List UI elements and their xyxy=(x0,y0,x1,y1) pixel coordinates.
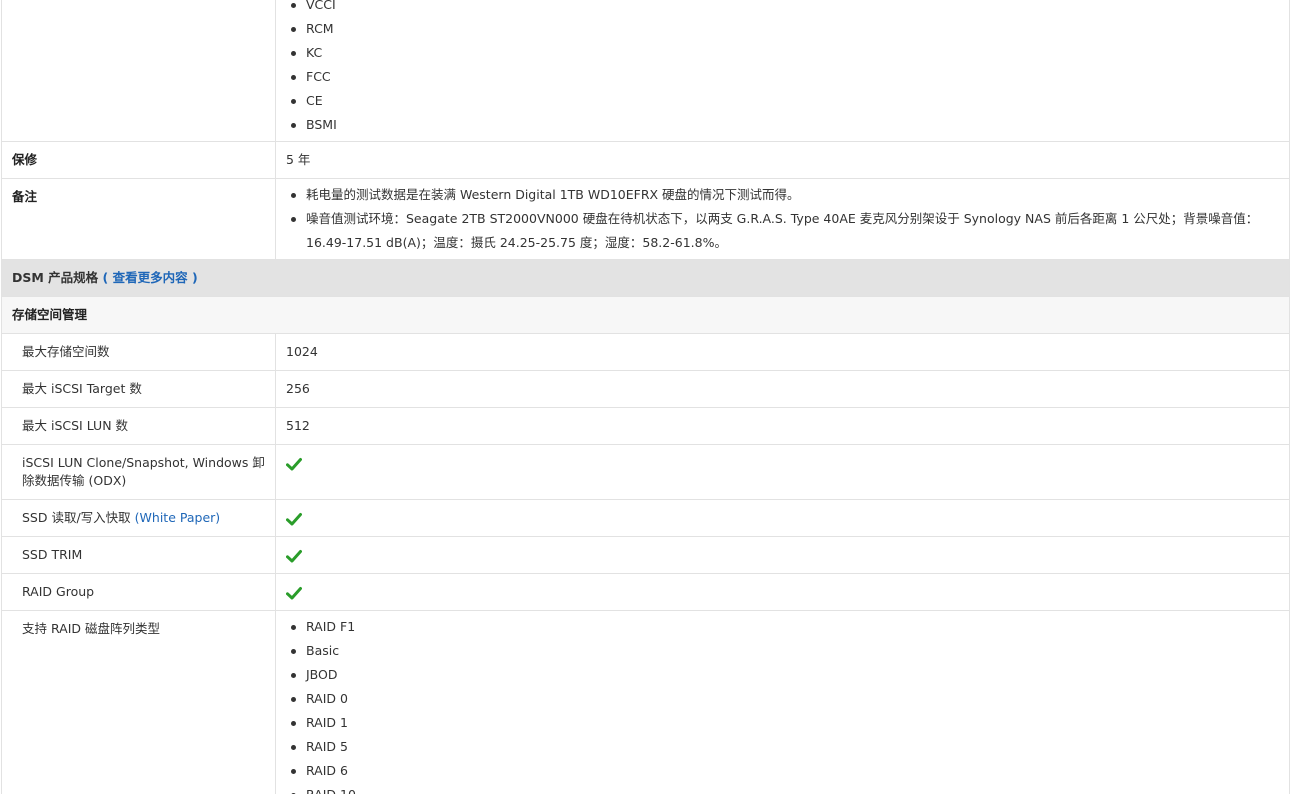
raid-types-row: 支持 RAID 磁盘阵列类型 RAID F1 Basic JBOD RAID 0… xyxy=(1,610,1290,794)
ssd-cache-value xyxy=(275,499,1290,537)
ssd-cache-row: SSD 读取/写入快取 (White Paper) xyxy=(1,499,1290,537)
spec-value: 512 xyxy=(275,407,1290,445)
notes-label: 备注 xyxy=(1,178,276,260)
list-item: 噪音值测试环境：Seagate 2TB ST2000VN000 硬盘在待机状态下… xyxy=(291,207,1279,255)
list-item: BSMI xyxy=(291,113,1279,137)
list-item: FCC xyxy=(291,65,1279,89)
spec-value: 1024 xyxy=(275,333,1290,371)
spec-value: 256 xyxy=(275,370,1290,408)
odx-row: iSCSI LUN Clone/Snapshot, Windows 卸除数据传输… xyxy=(1,444,1290,500)
raid-types-label: 支持 RAID 磁盘阵列类型 xyxy=(1,610,276,794)
warranty-value: 5 年 xyxy=(275,141,1290,179)
raid-group-row: RAID Group xyxy=(1,573,1290,611)
spec-label: 最大存储空间数 xyxy=(1,333,276,371)
check-icon xyxy=(286,512,302,525)
list-item: 耗电量的测试数据是在装满 Western Digital 1TB WD10EFR… xyxy=(291,183,1279,207)
raid-group-value xyxy=(275,573,1290,611)
list-item: CE xyxy=(291,89,1279,113)
list-item: RAID 6 xyxy=(291,759,1279,783)
raid-types-list: RAID F1 Basic JBOD RAID 0 RAID 1 RAID 5 … xyxy=(286,615,1279,794)
spec-page: VCCI RCM KC FCC CE BSMI 保修 5 年 备注 耗电量的测试… xyxy=(0,0,1291,794)
list-item: Basic xyxy=(291,639,1279,663)
ssd-trim-label: SSD TRIM xyxy=(1,536,276,574)
storage-section-title: 存储空间管理 xyxy=(1,296,1290,334)
list-item: RAID 10 xyxy=(291,783,1279,794)
list-item: RAID 5 xyxy=(291,735,1279,759)
notes-value-cell: 耗电量的测试数据是在装满 Western Digital 1TB WD10EFR… xyxy=(275,178,1290,260)
white-paper-link[interactable]: (White Paper) xyxy=(135,510,220,525)
certification-row: VCCI RCM KC FCC CE BSMI xyxy=(1,0,1290,142)
ssd-cache-label: SSD 读取/写入快取 xyxy=(22,510,131,525)
ssd-trim-value xyxy=(275,536,1290,574)
check-icon xyxy=(286,549,302,562)
spec-row: 最大 iSCSI Target 数 256 xyxy=(1,370,1290,408)
more-info-link[interactable]: ( 查看更多内容 ) xyxy=(103,270,198,285)
check-icon xyxy=(286,457,302,470)
raid-types-value-cell: RAID F1 Basic JBOD RAID 0 RAID 1 RAID 5 … xyxy=(275,610,1290,794)
dsm-section-cell: DSM 产品规格 ( 查看更多内容 ) xyxy=(1,259,1290,297)
list-item: KC xyxy=(291,41,1279,65)
spec-label: 最大 iSCSI Target 数 xyxy=(1,370,276,408)
ssd-cache-label-cell: SSD 读取/写入快取 (White Paper) xyxy=(1,499,276,537)
list-item: RAID 0 xyxy=(291,687,1279,711)
list-item: RCM xyxy=(291,17,1279,41)
dsm-section-header: DSM 产品规格 ( 查看更多内容 ) xyxy=(1,259,1290,297)
spec-label: 最大 iSCSI LUN 数 xyxy=(1,407,276,445)
spec-row: 最大 iSCSI LUN 数 512 xyxy=(1,407,1290,445)
certification-list: VCCI RCM KC FCC CE BSMI xyxy=(286,0,1279,137)
check-icon xyxy=(286,586,302,599)
notes-row: 备注 耗电量的测试数据是在装满 Western Digital 1TB WD10… xyxy=(1,178,1290,260)
dsm-section-title: DSM 产品规格 xyxy=(12,270,99,285)
spec-table: VCCI RCM KC FCC CE BSMI 保修 5 年 备注 耗电量的测试… xyxy=(1,0,1290,794)
odx-label: iSCSI LUN Clone/Snapshot, Windows 卸除数据传输… xyxy=(1,444,276,500)
warranty-row: 保修 5 年 xyxy=(1,141,1290,179)
list-item: RAID 1 xyxy=(291,711,1279,735)
odx-value xyxy=(275,444,1290,500)
ssd-trim-row: SSD TRIM xyxy=(1,536,1290,574)
storage-section-header: 存储空间管理 xyxy=(1,296,1290,334)
list-item: RAID F1 xyxy=(291,615,1279,639)
list-item: VCCI xyxy=(291,0,1279,17)
spec-row: 最大存储空间数 1024 xyxy=(1,333,1290,371)
warranty-label: 保修 xyxy=(1,141,276,179)
list-item: JBOD xyxy=(291,663,1279,687)
notes-list: 耗电量的测试数据是在装满 Western Digital 1TB WD10EFR… xyxy=(286,183,1279,255)
certification-label-cell xyxy=(1,0,276,142)
certification-value-cell: VCCI RCM KC FCC CE BSMI xyxy=(275,0,1290,142)
raid-group-label: RAID Group xyxy=(1,573,276,611)
